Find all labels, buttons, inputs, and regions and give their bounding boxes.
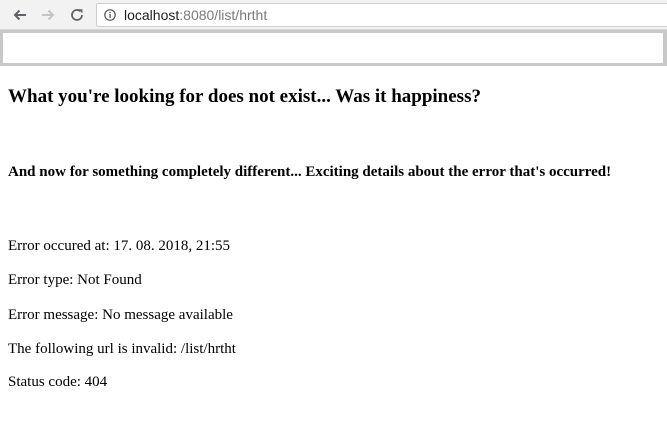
detail-value: /list/hrtht (180, 341, 236, 357)
arrow-right-icon (42, 9, 55, 21)
top-input-field[interactable] (3, 33, 663, 63)
arrow-left-icon (13, 9, 26, 21)
detail-value: Not Found (77, 272, 142, 288)
detail-value: 404 (84, 374, 108, 390)
top-input-frame (0, 30, 667, 66)
error-type: Error type: Not Found (8, 271, 142, 289)
page-subtitle: And now for something completely differe… (8, 164, 612, 180)
reload-button[interactable] (66, 4, 88, 26)
address-bar[interactable]: localhost:8080/list/hrtht (96, 3, 667, 27)
detail-label: Status code: (8, 374, 81, 390)
page-title: What you're looking for does not exist..… (8, 86, 481, 107)
error-message: Error message: No message available (8, 306, 233, 324)
browser-toolbar: localhost:8080/list/hrtht (0, 0, 667, 30)
detail-label: Error message: (8, 307, 99, 323)
invalid-url: The following url is invalid: /list/hrth… (8, 340, 236, 358)
error-timestamp: Error occured at: 17. 08. 2018, 21:55 (8, 237, 230, 255)
url-host: localhost (124, 7, 180, 23)
detail-value: No message available (102, 307, 233, 323)
status-code: Status code: 404 (8, 373, 107, 391)
reload-icon (71, 9, 83, 21)
back-button[interactable] (9, 4, 31, 26)
detail-label: Error type: (8, 272, 74, 288)
forward-button[interactable] (37, 4, 59, 26)
detail-label: The following url is invalid: (8, 341, 178, 357)
info-circle-icon[interactable] (104, 9, 116, 21)
url-path: :8080/list/hrtht (179, 7, 268, 23)
detail-value: 17. 08. 2018, 21:55 (113, 238, 231, 254)
url-text: localhost:8080/list/hrtht (124, 8, 267, 22)
detail-label: Error occured at: (8, 238, 110, 254)
